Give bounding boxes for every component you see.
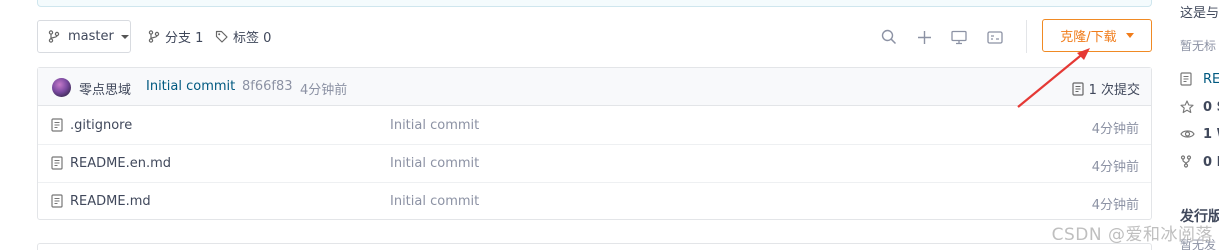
- file-commit-time: 4分钟前: [1091, 160, 1139, 175]
- file-commit-message[interactable]: Initial commit: [390, 156, 479, 171]
- commit-count-label: 1 次提交: [1088, 83, 1140, 98]
- file-icon: [51, 118, 63, 132]
- search-icon[interactable]: [880, 28, 898, 46]
- notice-box: [37, 0, 1152, 7]
- add-icon[interactable]: [915, 28, 933, 46]
- watchers-count[interactable]: 1 W: [1203, 127, 1219, 142]
- tag-icon: [215, 30, 228, 43]
- clone-download-label: 克隆/下载: [1060, 30, 1117, 45]
- avatar[interactable]: [52, 78, 71, 97]
- clone-download-button[interactable]: 克隆/下载: [1042, 19, 1152, 52]
- file-list-panel: 零点思域 Initial commit 8f66f83 4分钟前 1 次提交 .…: [37, 67, 1152, 220]
- stars-count[interactable]: 0 S: [1203, 100, 1219, 115]
- webide-icon[interactable]: [986, 28, 1004, 46]
- file-row[interactable]: .gitignore Initial commit 4分钟前: [38, 107, 1151, 145]
- file-commit-message[interactable]: Initial commit: [390, 194, 479, 209]
- file-icon: [51, 194, 63, 208]
- file-commit-time: 4分钟前: [1091, 122, 1139, 137]
- branches-label: 分支 1: [165, 31, 204, 46]
- next-section-box: [37, 243, 1152, 250]
- branch-icon: [48, 30, 60, 43]
- commit-message[interactable]: Initial commit: [146, 79, 235, 94]
- tags-label: 标签 0: [233, 31, 272, 46]
- tags-link[interactable]: 标签 0: [215, 20, 271, 53]
- file-commit-time: 4分钟前: [1091, 198, 1139, 213]
- star-icon: [1180, 100, 1194, 114]
- repo-toolbar: master 分支 1 标签 0 克隆/下载: [37, 19, 1152, 54]
- toolbar-divider: [1026, 20, 1027, 53]
- latest-commit-bar: 零点思域 Initial commit 8f66f83 4分钟前 1 次提交: [38, 68, 1151, 106]
- eye-icon: [1180, 130, 1195, 138]
- no-tags-text: 暂无标: [1180, 39, 1217, 53]
- book-icon: [1180, 72, 1192, 86]
- document-icon: [1071, 81, 1084, 96]
- branches-link[interactable]: 分支 1: [148, 20, 203, 53]
- fork-icon: [1180, 155, 1192, 168]
- branch-select[interactable]: master: [37, 20, 131, 53]
- file-name[interactable]: .gitignore: [70, 118, 132, 133]
- forks-count[interactable]: 0 F: [1203, 155, 1219, 170]
- monitor-icon[interactable]: [950, 28, 968, 46]
- chevron-down-icon: [1125, 33, 1134, 38]
- branch-icon: [148, 30, 160, 43]
- chevron-down-icon: [120, 34, 129, 39]
- file-name[interactable]: README.en.md: [70, 156, 171, 171]
- watermark: CSDN @爱和冰阅落: [1051, 225, 1213, 245]
- file-commit-message[interactable]: Initial commit: [390, 118, 479, 133]
- commit-time: 4分钟前: [300, 83, 348, 98]
- commit-count-link[interactable]: 1 次提交: [1071, 79, 1140, 98]
- file-row[interactable]: README.md Initial commit 4分钟前: [38, 183, 1151, 221]
- file-name[interactable]: README.md: [70, 194, 151, 209]
- repo-sidebar: 这是与 暂无标 RE 0 S 1 W 0 F 发行版 暂无发: [1170, 0, 1219, 250]
- branch-name: master: [68, 29, 114, 44]
- commit-author[interactable]: 零点思域: [79, 79, 131, 98]
- readme-link[interactable]: RE: [1203, 72, 1219, 87]
- file-row[interactable]: README.en.md Initial commit 4分钟前: [38, 145, 1151, 183]
- commit-sha[interactable]: 8f66f83: [242, 79, 293, 94]
- file-icon: [51, 156, 63, 170]
- repo-description: 这是与: [1180, 6, 1219, 21]
